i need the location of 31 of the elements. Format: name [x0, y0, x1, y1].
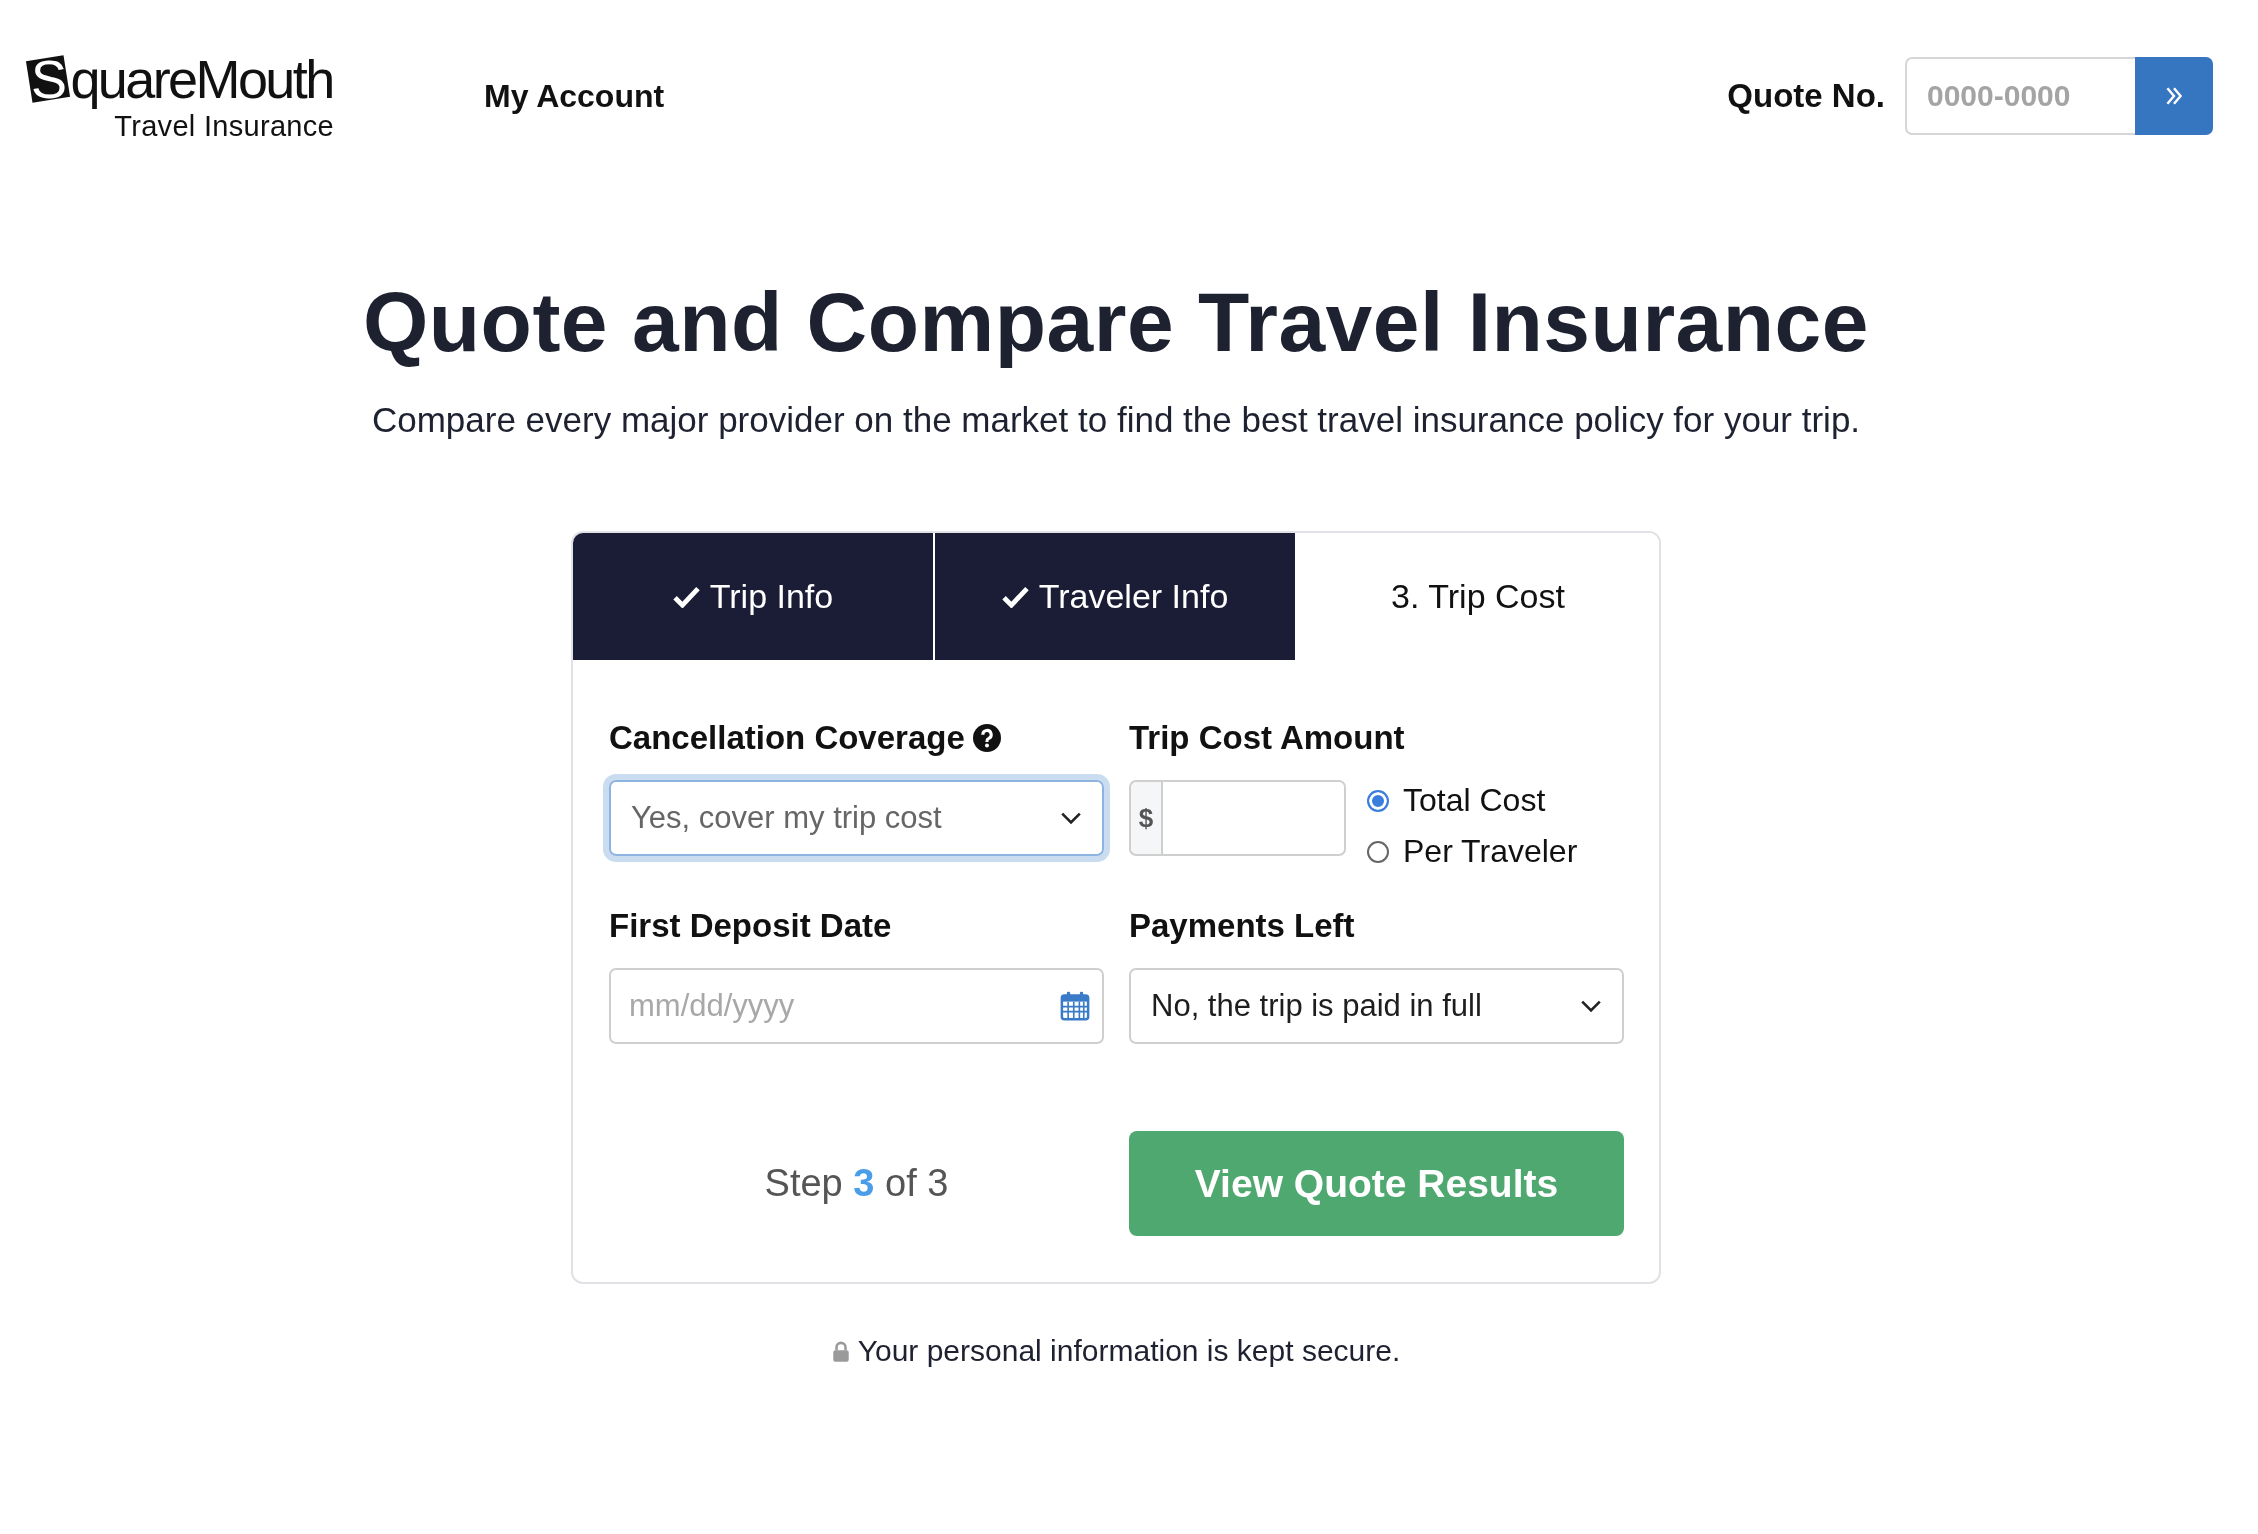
radio-button[interactable]	[1367, 789, 1389, 812]
step-tab[interactable]: Trip Info	[573, 533, 935, 660]
step-counter: Step 3 of 3	[764, 1162, 949, 1205]
payments-select[interactable]: No, the trip is paid in full	[1129, 968, 1624, 1044]
chevron-down-icon	[1580, 999, 1602, 1013]
calendar-icon[interactable]	[1060, 991, 1090, 1021]
logo-tagline: Travel Insurance	[114, 110, 334, 142]
quote-go-button[interactable]	[2135, 57, 2213, 135]
field-label: Cancellation Coverage	[609, 719, 965, 757]
lock-icon	[831, 1340, 850, 1362]
radio-button[interactable]	[1367, 840, 1389, 863]
check-icon	[672, 585, 700, 608]
radio-label[interactable]: Total Cost	[1403, 782, 1546, 819]
nav-link[interactable]: My Account	[484, 77, 665, 115]
check-icon	[1001, 585, 1029, 608]
page-subtitle: Compare every major provider on the market to find the best travel insurance policy for your trip.	[371, 399, 1861, 441]
currency-addon: $	[1129, 780, 1161, 856]
security-note: Your personal information is kept secure.	[857, 1334, 1401, 1368]
step-tab[interactable]: Traveler Info	[935, 533, 1297, 660]
date-field[interactable]: mm/dd/yyyy	[609, 968, 1104, 1044]
chevron-down-icon	[1060, 811, 1082, 825]
quote-number-field[interactable]: 0000-0000	[1905, 57, 2135, 135]
quote-number-label: Quote No.	[1727, 77, 1885, 115]
field-label: First Deposit Date	[609, 907, 892, 945]
help-icon[interactable]	[972, 724, 1001, 752]
field-label: Trip Cost Amount	[1129, 719, 1405, 757]
radio-label[interactable]: Per Traveler	[1403, 833, 1578, 870]
page-title: Quote and Compare Travel Insurance	[362, 274, 1870, 371]
logo-wordmark[interactable]: SquareMouth	[26, 50, 342, 112]
trip-cost-field[interactable]	[1161, 780, 1346, 856]
field-label: Payments Left	[1129, 907, 1355, 945]
